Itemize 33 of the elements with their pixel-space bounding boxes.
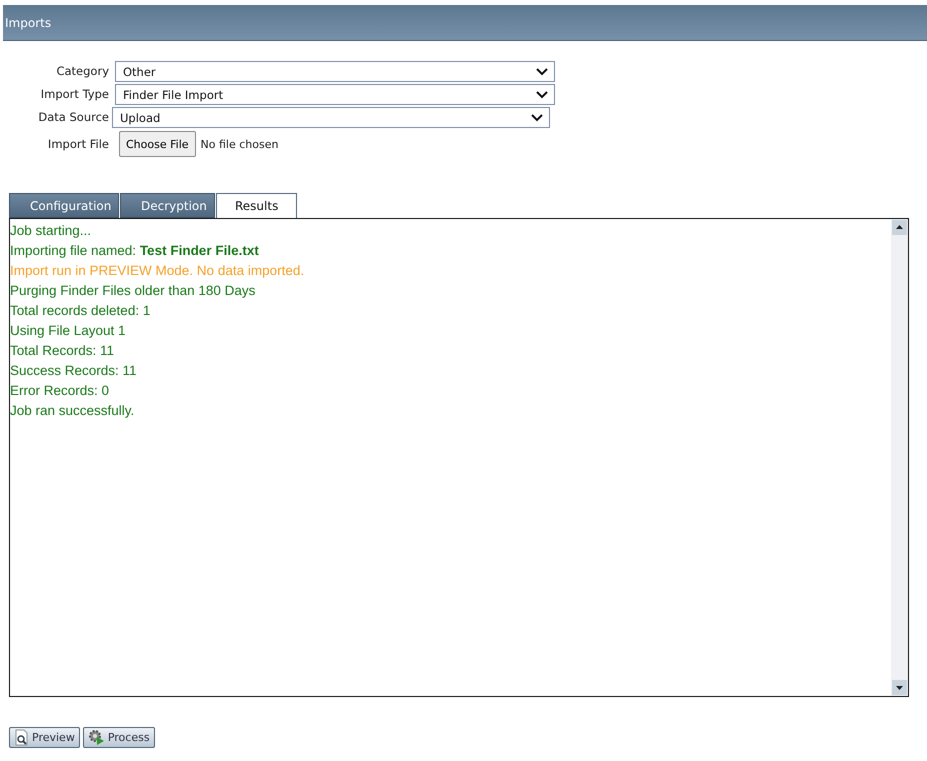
tab[interactable]: Decryption xyxy=(120,193,215,218)
log-line: Purging Finder Files older than 180 Days xyxy=(10,282,256,300)
tab[interactable]: Results xyxy=(216,193,298,218)
log-line: Total Records: 11 xyxy=(10,342,116,360)
dropdown-field[interactable]: Other xyxy=(115,60,555,82)
action-button[interactable]: Preview xyxy=(9,727,80,748)
log-line: Importing file named: Test Finder File.txt xyxy=(10,242,260,260)
log-line: Job starting... xyxy=(10,222,92,240)
tab[interactable]: Configuration xyxy=(9,193,119,218)
log-line: Error Records: 0 xyxy=(10,382,110,400)
scroll-down-icon[interactable] xyxy=(892,680,907,695)
chevron-icon xyxy=(536,68,548,76)
log-line: Import run in PREVIEW Mode. No data imported. xyxy=(10,262,306,280)
action-button[interactable]: Process xyxy=(82,727,155,748)
dropdown-field[interactable]: Upload xyxy=(112,106,550,128)
log-line: Success Records: 11 xyxy=(10,362,138,380)
field-label: Category xyxy=(55,64,110,78)
log-line: Job ran successfully. xyxy=(10,402,136,420)
magnifier-icon xyxy=(14,729,30,746)
field-label: Import Type xyxy=(40,87,110,101)
scroll-up-icon[interactable] xyxy=(892,220,907,235)
chevron-icon xyxy=(531,114,543,122)
chevron-icon xyxy=(536,91,548,99)
log-line: Total records deleted: 1 xyxy=(10,302,152,320)
field-label: Data Source xyxy=(37,110,110,124)
file-status: No file chosen xyxy=(200,138,278,150)
scrollbar[interactable] xyxy=(891,219,908,696)
dropdown-field[interactable]: Finder File Import xyxy=(115,84,555,104)
gear-icon xyxy=(88,729,106,746)
field-label: Import File xyxy=(46,137,110,151)
choose-file-button[interactable]: Choose File xyxy=(119,131,196,157)
log-line: Using File Layout 1 xyxy=(10,322,127,340)
page-title: Imports xyxy=(4,16,52,30)
